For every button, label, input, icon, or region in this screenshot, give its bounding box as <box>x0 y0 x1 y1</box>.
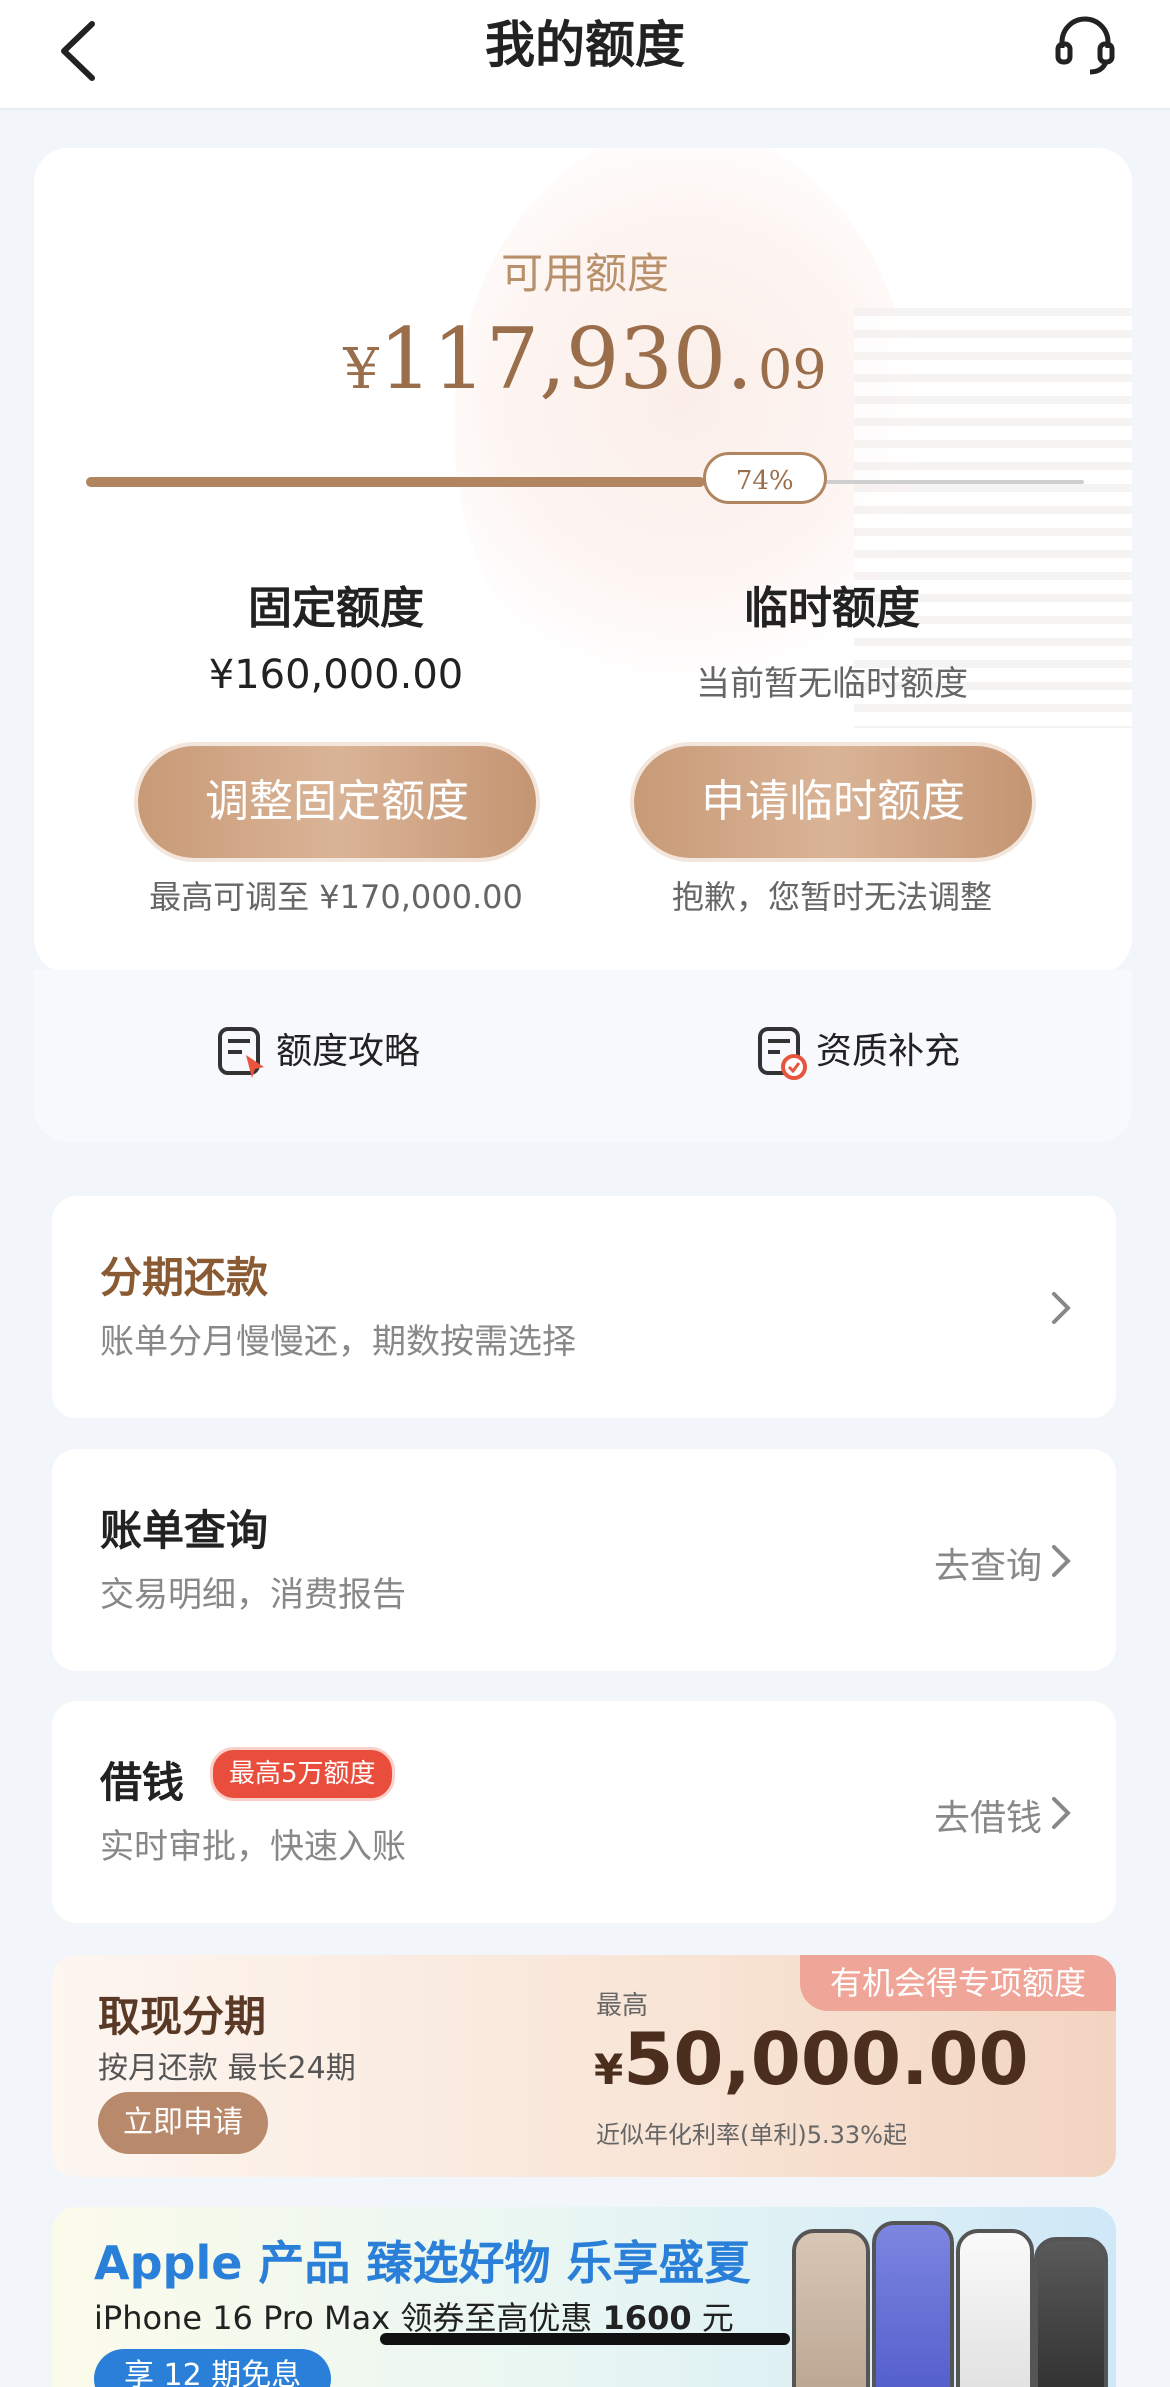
quota-guide-label: 额度攻略 <box>276 1031 421 1072</box>
guide-doc-icon <box>218 1027 264 1078</box>
phone-image-3 <box>956 2229 1034 2387</box>
phone-image-1 <box>792 2229 870 2387</box>
phone-image-4 <box>1034 2237 1108 2387</box>
bill-query-card[interactable]: 账单查询 交易明细，消费报告 去查询 <box>52 1449 1116 1671</box>
cash-amount: ¥50,000.00 <box>594 2017 1029 2101</box>
rate-note: 近似年化利率(单利)5.33%起 <box>596 2121 907 2149</box>
phone-image-2 <box>872 2221 954 2387</box>
fixed-quota-value: ¥160,000.00 <box>208 652 464 698</box>
cash-installment-subtitle: 按月还款 最长24期 <box>98 2051 356 2086</box>
cash-amount-value: 50,000.00 <box>623 2017 1029 2101</box>
available-quota-decimal: 09 <box>758 338 827 401</box>
cash-installment-card[interactable]: 有机会得专项额度 取现分期 按月还款 最长24期 立即申请 最高 ¥50,000… <box>52 1955 1116 2177</box>
bill-query-title: 账单查询 <box>100 1506 269 1555</box>
qualification-doc-icon <box>758 1027 807 1080</box>
installment-repayment-card[interactable]: 分期还款 账单分月慢慢还，期数按需选择 <box>52 1196 1116 1418</box>
banner-headline: Apple 产品 臻选好物 乐享盛夏 <box>94 2236 751 2290</box>
borrow-card[interactable]: 借钱 最高5万额度 实时审批，快速入账 去借钱 <box>52 1701 1116 1923</box>
temporary-quota-title: 临时额度 <box>744 583 920 634</box>
temporary-quota-note: 抱歉，您暂时无法调整 <box>671 878 992 916</box>
qualification-supplement-label: 资质补充 <box>816 1031 961 1072</box>
apply-now-button[interactable]: 立即申请 <box>98 2092 268 2154</box>
adjust-fixed-quota-button[interactable]: 调整固定额度 <box>138 746 536 858</box>
fixed-quota-note: 最高可调至 ¥170,000.00 <box>149 878 523 916</box>
chevron-right-icon <box>1052 1545 1071 1577</box>
borrow-limit-badge: 最高5万额度 <box>210 1747 395 1801</box>
installment-subtitle: 账单分月慢慢还，期数按需选择 <box>100 1322 576 1362</box>
card-decoration <box>454 148 914 728</box>
cash-currency: ¥ <box>594 2045 624 2094</box>
headset-icon[interactable] <box>1050 10 1120 80</box>
borrow-title: 借钱 <box>100 1758 185 1807</box>
quota-links-bar <box>34 970 1132 1142</box>
banner-discount-amount: 1600 <box>602 2299 692 2337</box>
available-quota-integer: 117,930. <box>378 310 753 408</box>
banner-interest-free-pill: 享 12 期免息 <box>94 2349 332 2387</box>
temporary-quota-value: 当前暂无临时额度 <box>696 664 968 704</box>
available-quota-label: 可用额度 <box>500 249 669 298</box>
usage-percent-bubble: 74% <box>702 452 827 504</box>
cash-installment-title: 取现分期 <box>98 1992 267 2041</box>
quota-guide-link[interactable]: 额度攻略 <box>216 1022 420 1082</box>
page-title: 我的额度 <box>485 16 685 74</box>
special-quota-tag: 有机会得专项额度 <box>799 1955 1116 2011</box>
fixed-quota-title: 固定额度 <box>248 583 424 634</box>
chevron-right-icon <box>1052 1292 1071 1324</box>
qualification-supplement-link[interactable]: 资质补充 <box>756 1022 960 1082</box>
currency-symbol: ¥ <box>343 337 379 402</box>
apply-temporary-quota-button[interactable]: 申请临时额度 <box>634 746 1032 858</box>
borrow-subtitle: 实时审批，快速入账 <box>100 1827 406 1867</box>
available-quota-amount: ¥117,930. 09 <box>0 310 1170 408</box>
go-borrow-link[interactable]: 去借钱 <box>934 1789 1042 1841</box>
bill-query-subtitle: 交易明细，消费报告 <box>100 1575 406 1615</box>
home-indicator <box>380 2333 790 2345</box>
apple-promo-banner[interactable]: Apple 产品 臻选好物 乐享盛夏 iPhone 16 Pro Max 领券至… <box>52 2207 1116 2387</box>
usage-fill <box>86 477 705 487</box>
installment-title: 分期还款 <box>100 1253 269 1302</box>
banner-subline-prefix: iPhone 16 Pro Max 领券至高优惠 <box>94 2299 603 2337</box>
go-query-link[interactable]: 去查询 <box>934 1537 1042 1589</box>
chevron-right-icon <box>1052 1797 1071 1829</box>
banner-subline-suffix: 元 <box>691 2299 734 2337</box>
